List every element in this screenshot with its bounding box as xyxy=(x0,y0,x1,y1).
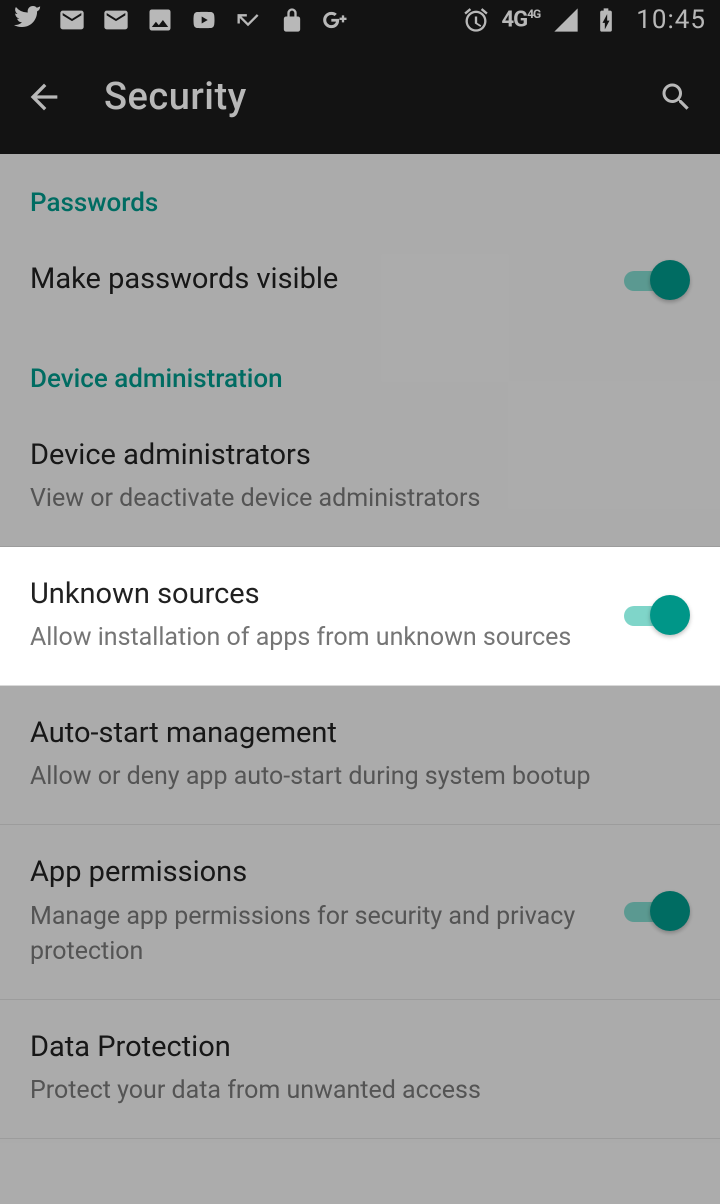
item-title: Auto-start management xyxy=(30,714,666,753)
missed-call-icon xyxy=(234,6,262,34)
search-icon xyxy=(658,79,694,115)
youtube-icon xyxy=(190,6,218,34)
app-bar: Security xyxy=(0,40,720,154)
signal-icon xyxy=(552,6,580,34)
alarm-icon xyxy=(462,6,490,34)
item-title: Device administrators xyxy=(30,436,666,475)
toggle-app-permissions[interactable] xyxy=(624,891,690,931)
gmail2-icon xyxy=(102,6,130,34)
item-sub: View or deactivate device administrators xyxy=(30,481,666,516)
toggle-unknown-sources[interactable] xyxy=(624,595,690,635)
item-title: Data Protection xyxy=(30,1028,666,1067)
clock-time: 10:45 xyxy=(636,5,706,35)
item-sub: Allow installation of apps from unknown … xyxy=(30,620,600,655)
item-sub: Protect your data from unwanted access xyxy=(30,1073,666,1108)
network-label: 4G4G xyxy=(502,7,541,32)
item-make-passwords-visible[interactable]: Make passwords visible xyxy=(0,232,720,330)
section-passwords: Passwords xyxy=(0,154,720,232)
page-title: Security xyxy=(104,75,247,119)
settings-list: Passwords Make passwords visible Device … xyxy=(0,154,720,1139)
item-autostart[interactable]: Auto-start management Allow or deny app … xyxy=(0,686,720,825)
item-sub: Manage app permissions for security and … xyxy=(30,899,600,969)
item-unknown-sources[interactable]: Unknown sources Allow installation of ap… xyxy=(0,547,720,686)
search-button[interactable] xyxy=(656,77,696,117)
battery-icon xyxy=(592,6,620,34)
item-device-administrators[interactable]: Device administrators View or deactivate… xyxy=(0,408,720,547)
gmail-icon xyxy=(58,6,86,34)
item-data-protection[interactable]: Data Protection Protect your data from u… xyxy=(0,1000,720,1139)
arrow-back-icon xyxy=(24,77,64,117)
twitter-icon xyxy=(14,6,42,34)
item-title: Make passwords visible xyxy=(30,260,600,299)
item-title: App permissions xyxy=(30,853,600,892)
google-plus-icon xyxy=(322,6,350,34)
status-bar: 4G4G 10:45 xyxy=(0,0,720,40)
section-device-admin: Device administration xyxy=(0,330,720,408)
item-title: Unknown sources xyxy=(30,575,600,614)
toggle-passwords-visible[interactable] xyxy=(624,260,690,300)
item-sub: Allow or deny app auto-start during syst… xyxy=(30,759,666,794)
lock-icon xyxy=(278,6,306,34)
photo-icon xyxy=(146,6,174,34)
back-button[interactable] xyxy=(24,77,64,117)
item-app-permissions[interactable]: App permissions Manage app permissions f… xyxy=(0,825,720,999)
